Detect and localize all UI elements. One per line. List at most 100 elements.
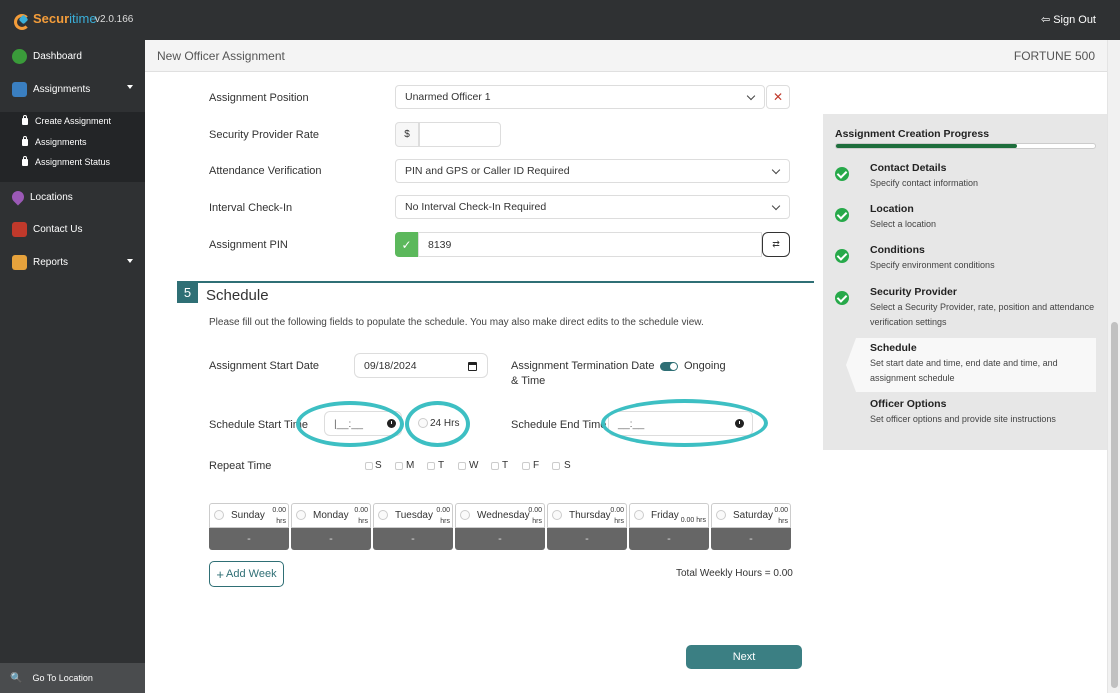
repeat-day-checkbox-thursday[interactable]: [491, 462, 499, 470]
day-hours-value: 0.00: [774, 507, 788, 514]
total-weekly-hours: Total Weekly Hours = 0.00: [676, 568, 793, 579]
app-logo[interactable]: Securitime: [14, 11, 97, 30]
page-header: New Officer Assignment FORTUNE 500: [145, 40, 1107, 72]
assignment-position-select[interactable]: Unarmed Officer 1: [395, 85, 765, 109]
step-title: Officer Options: [870, 398, 947, 410]
go-to-location-button[interactable]: 🔍 Go To Location: [0, 663, 145, 693]
reports-icon: [12, 254, 27, 270]
add-week-label: Add Week: [226, 568, 277, 580]
repeat-day-checkbox-monday[interactable]: [395, 462, 403, 470]
day-hours-value: 0.00: [528, 507, 542, 514]
termination-date-label-line2: & Time: [511, 375, 546, 387]
submenu-item-label: Create Assignment: [35, 116, 112, 126]
assignment-position-label: Assignment Position: [209, 92, 309, 104]
day-hours: 0.00 hrs: [528, 505, 542, 527]
ongoing-toggle[interactable]: [660, 362, 678, 371]
attendance-verification-label: Attendance Verification: [209, 165, 322, 177]
day-toggle[interactable]: [460, 510, 470, 520]
progress-bar: [835, 143, 1096, 149]
close-icon: ✕: [772, 90, 784, 104]
next-button[interactable]: Next: [686, 645, 802, 669]
day-card-sunday: Sunday 0.00 hrs -: [209, 503, 289, 550]
assignment-pin-input[interactable]: 8139: [418, 232, 762, 257]
day-toggle[interactable]: [634, 510, 644, 520]
day-toggle[interactable]: [296, 510, 306, 520]
day-hours-unit: hrs: [276, 518, 286, 525]
repeat-day-checkbox-tuesday[interactable]: [427, 462, 435, 470]
assignment-progress-panel: Assignment Creation Progress Contact Det…: [823, 114, 1108, 450]
assignments-submenu: Create Assignment Assignments Assignment…: [0, 112, 145, 182]
repeat-day-checkbox-sunday[interactable]: [365, 462, 373, 470]
day-toggle[interactable]: [378, 510, 388, 520]
day-toggle[interactable]: [716, 510, 726, 520]
repeat-day-label: F: [533, 460, 540, 471]
assignment-position-value: Unarmed Officer 1: [405, 91, 491, 103]
calendar-icon: [468, 362, 477, 371]
step-description: Specify contact information: [870, 178, 979, 188]
clear-position-button[interactable]: ✕: [766, 85, 790, 109]
day-hours-value: 0.00: [272, 507, 286, 514]
day-card-wednesday: Wednesday 0.00 hrs -: [455, 503, 545, 550]
scrollbar-thumb[interactable]: [1111, 322, 1118, 688]
day-hours-value: 0.00 hrs: [680, 517, 706, 524]
sidebar-item-assignments[interactable]: Assignments: [0, 72, 145, 106]
regenerate-pin-button[interactable]: ⇄: [762, 232, 790, 257]
day-schedule-cell[interactable]: -: [455, 528, 545, 550]
repeat-day-checkbox-wednesday[interactable]: [458, 462, 466, 470]
submenu-item-create-assignment[interactable]: Create Assignment: [22, 114, 112, 126]
submenu-item-label: Assignments: [35, 137, 87, 147]
24-hrs-highlight: [405, 401, 470, 447]
interval-check-in-select[interactable]: No Interval Check-In Required: [395, 195, 790, 219]
day-card-thursday: Thursday 0.00 hrs -: [547, 503, 627, 550]
day-schedule-cell[interactable]: -: [209, 528, 289, 550]
day-schedule-cell[interactable]: -: [547, 528, 627, 550]
day-schedule-cell[interactable]: -: [291, 528, 371, 550]
repeat-day-checkbox-friday[interactable]: [522, 462, 530, 470]
check-icon: ✓: [401, 237, 412, 252]
sidebar-item-label: Locations: [30, 191, 73, 203]
day-toggle[interactable]: [552, 510, 562, 520]
step-description: Specify environment conditions: [870, 260, 995, 270]
day-card-saturday: Saturday 0.00 hrs -: [711, 503, 791, 550]
day-name: Friday: [651, 510, 679, 521]
go-to-location-label: Go To Location: [32, 673, 93, 683]
progress-title: Assignment Creation Progress: [835, 128, 990, 140]
add-week-button[interactable]: + Add Week: [209, 561, 284, 587]
sidebar-item-dashboard[interactable]: Dashboard: [0, 40, 145, 72]
top-bar: Securitime v2.0.166 ⇦ Sign Out: [0, 0, 1120, 40]
day-hours: 0.00 hrs: [774, 505, 788, 527]
submenu-item-assignments[interactable]: Assignments: [22, 135, 87, 147]
page-scrollbar[interactable]: [1107, 40, 1120, 693]
day-schedule-cell[interactable]: -: [711, 528, 791, 550]
attendance-verification-select[interactable]: PIN and GPS or Caller ID Required: [395, 159, 790, 183]
day-name: Sunday: [231, 510, 265, 521]
security-provider-rate-input[interactable]: [419, 122, 501, 147]
day-toggle[interactable]: [214, 510, 224, 520]
day-card-tuesday: Tuesday 0.00 hrs -: [373, 503, 453, 550]
sign-out-button[interactable]: ⇦ Sign Out: [1041, 13, 1096, 27]
step-title: Security Provider: [870, 286, 957, 298]
interval-check-in-value: No Interval Check-In Required: [405, 201, 547, 213]
day-hours-unit: hrs: [614, 518, 624, 525]
brand-name-part2: itime: [69, 11, 97, 26]
sidebar-item-contact-us[interactable]: Contact Us: [0, 213, 145, 245]
day-schedule-cell[interactable]: -: [629, 528, 709, 550]
step-description: Select a location: [870, 219, 937, 229]
security-provider-rate-label: Security Provider Rate: [209, 129, 320, 141]
sign-out-label: Sign Out: [1053, 13, 1096, 26]
sidebar-item-reports[interactable]: Reports: [0, 246, 145, 278]
repeat-day-label: W: [469, 460, 479, 471]
step-description: Set officer options and provide site ins…: [870, 414, 1056, 424]
schedule-end-time-label: Schedule End Time: [511, 419, 607, 431]
day-name: Monday: [313, 510, 349, 521]
calendar-icon: [12, 81, 27, 97]
submenu-item-assignment-status[interactable]: Assignment Status: [22, 155, 110, 167]
assignment-start-date-input[interactable]: 09/18/2024: [354, 353, 488, 378]
day-schedule-cell[interactable]: -: [373, 528, 453, 550]
day-name: Saturday: [733, 510, 774, 521]
pin-enabled-checkbox[interactable]: ✓: [395, 232, 418, 257]
sidebar-item-locations[interactable]: Locations: [0, 181, 145, 213]
interval-check-in-label: Interval Check-In: [209, 202, 293, 214]
currency-symbol: $: [404, 129, 410, 140]
repeat-day-checkbox-saturday[interactable]: [552, 462, 560, 470]
